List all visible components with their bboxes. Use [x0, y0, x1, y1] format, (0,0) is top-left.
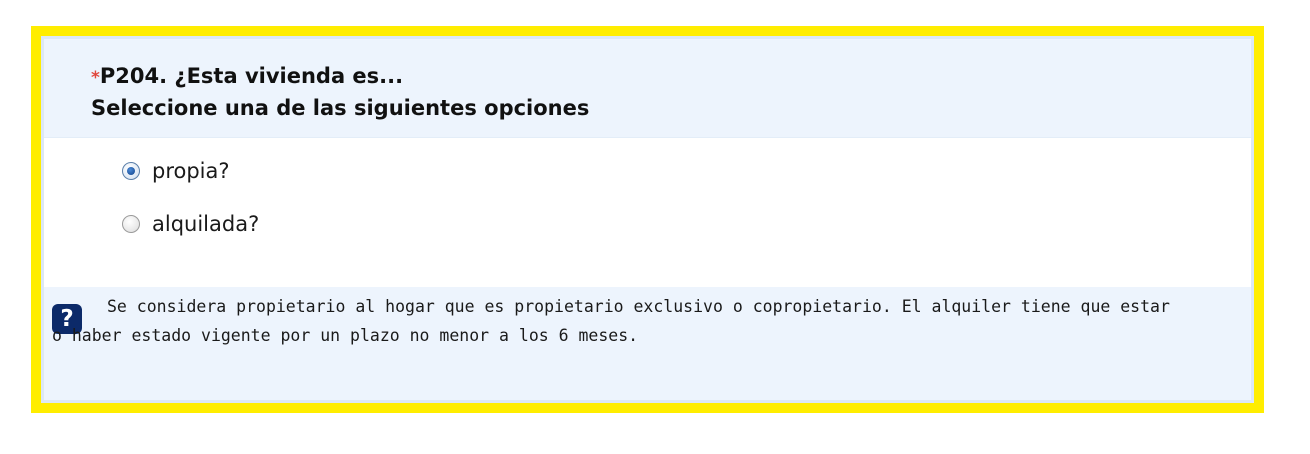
question-header: *P204. ¿Esta vivienda es... Seleccione u… — [44, 39, 1251, 138]
question-panel: *P204. ¿Esta vivienda es... Seleccione u… — [41, 36, 1254, 403]
question-title-block: *P204. ¿Esta vivienda es... Seleccione u… — [91, 61, 589, 123]
question-title: *P204. ¿Esta vivienda es... — [91, 61, 589, 93]
answer-option-alquilada[interactable]: alquilada? — [122, 210, 259, 238]
radio-button-alquilada[interactable] — [122, 215, 140, 233]
answer-options: propia? alquilada? — [44, 138, 1251, 273]
answer-label-propia[interactable]: propia? — [152, 157, 230, 185]
radio-button-propia[interactable] — [122, 162, 140, 180]
answer-label-alquilada[interactable]: alquilada? — [152, 210, 259, 238]
help-box: ? Se considera propietario al hogar que … — [44, 287, 1251, 400]
question-title-text: P204. ¿Esta vivienda es... — [99, 64, 404, 88]
required-marker: * — [91, 68, 100, 88]
help-text: Se considera propietario al hogar que es… — [52, 297, 1170, 345]
answer-option-propia[interactable]: propia? — [122, 157, 230, 185]
question-instruction: Seleccione una de las siguientes opcione… — [91, 96, 590, 120]
question-highlight-frame: *P204. ¿Esta vivienda es... Seleccione u… — [31, 26, 1264, 413]
